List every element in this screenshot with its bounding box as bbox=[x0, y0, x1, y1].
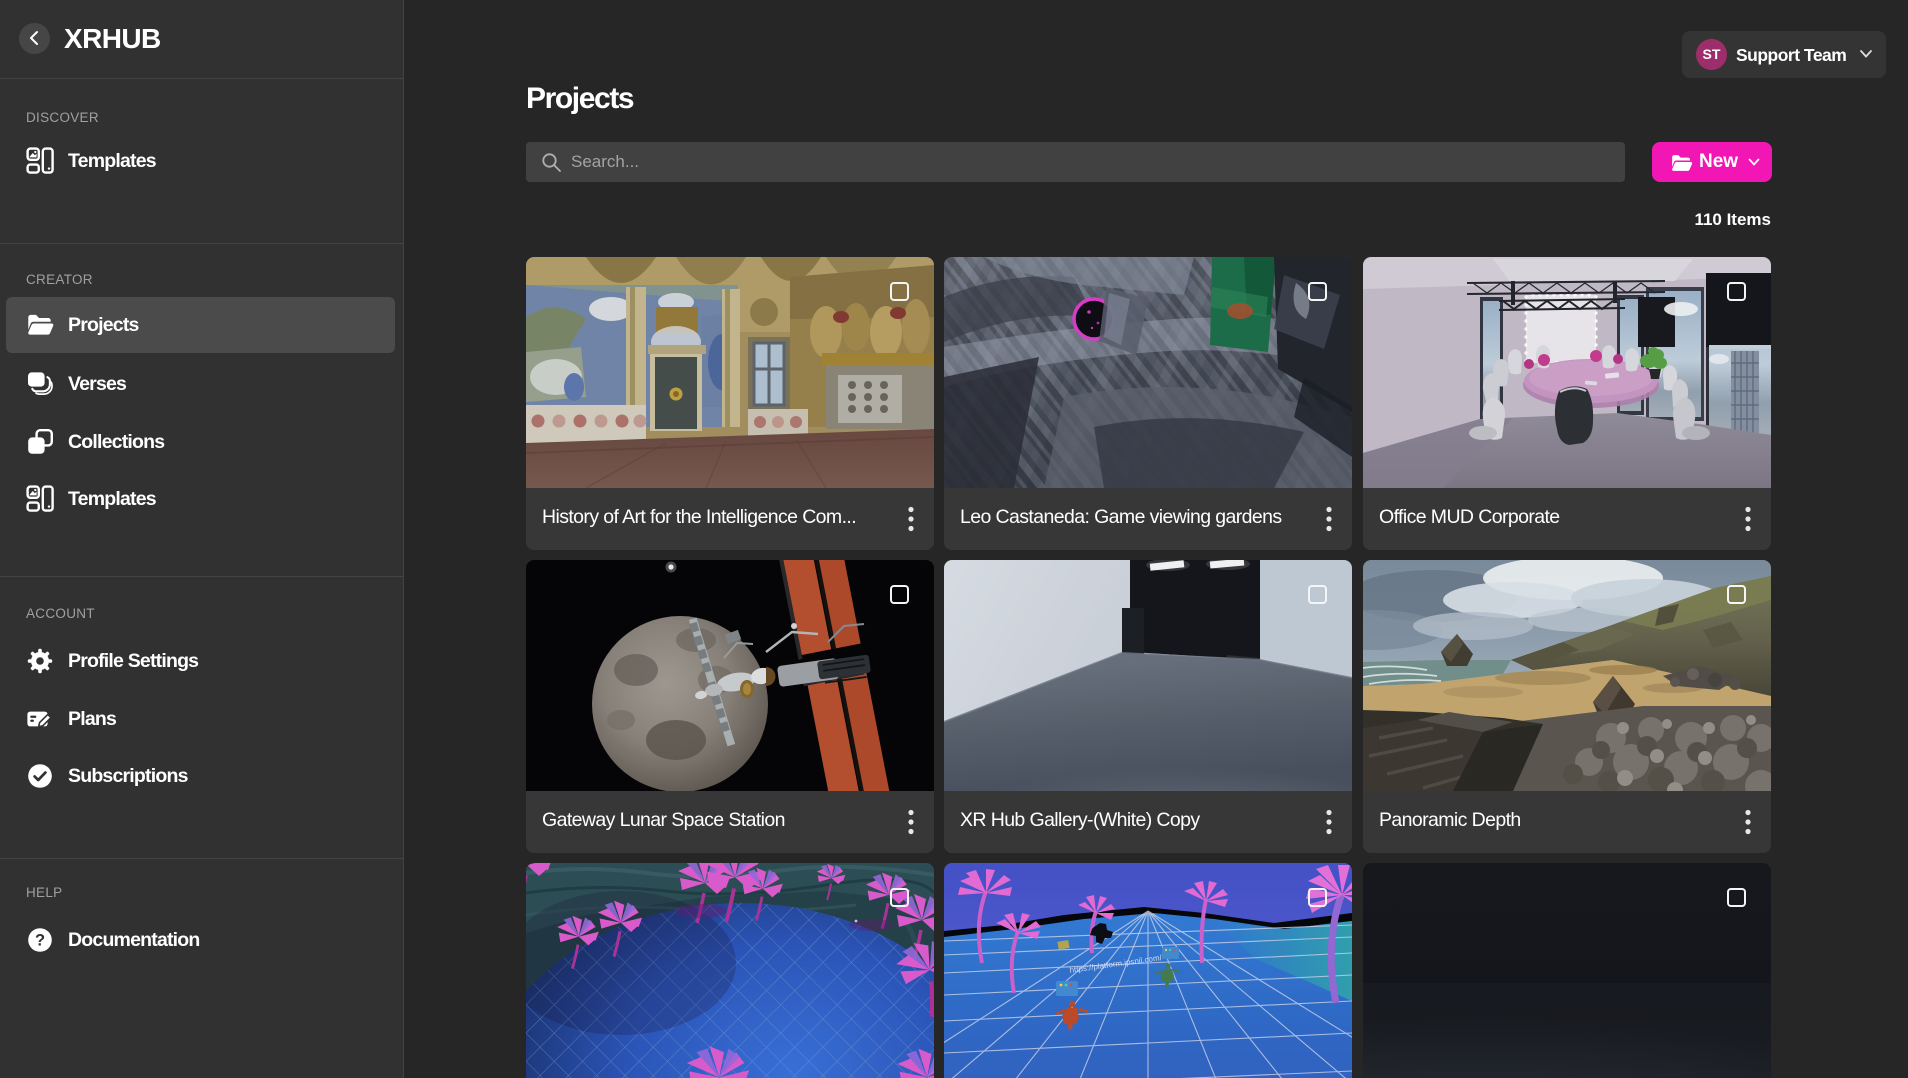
svg-text:?: ? bbox=[35, 932, 45, 950]
